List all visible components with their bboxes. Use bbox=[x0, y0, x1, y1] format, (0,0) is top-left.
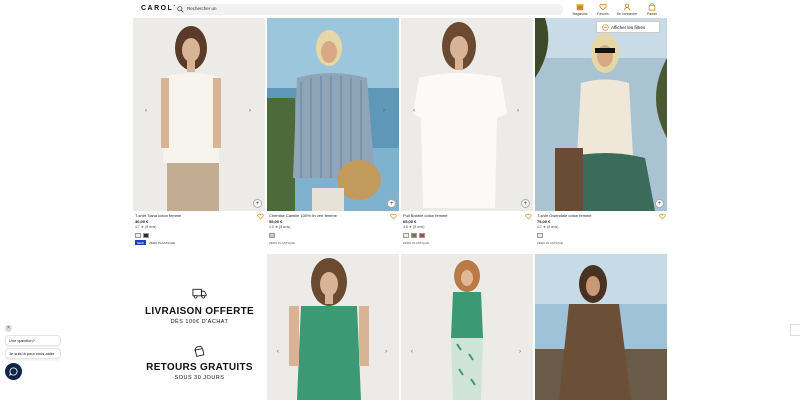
filter-icon bbox=[602, 24, 609, 31]
return-icon bbox=[194, 346, 205, 357]
nav-favorites[interactable]: Favoris bbox=[591, 3, 615, 16]
heart-icon[interactable] bbox=[257, 213, 264, 220]
nav-login-label: Se connecter bbox=[616, 12, 638, 16]
product-card[interactable]: ‹ › bbox=[401, 254, 533, 400]
product-badge: ZÉRO PLASTIQUE bbox=[403, 241, 430, 245]
prev-image-arrow[interactable]: ‹ bbox=[413, 108, 415, 114]
next-image-arrow[interactable]: › bbox=[249, 108, 251, 114]
product-price: 65,00 € bbox=[403, 219, 417, 224]
show-filters-label: Afficher les filtres bbox=[611, 25, 646, 30]
color-swatch[interactable] bbox=[411, 233, 417, 238]
product-name[interactable]: Chemise Camille 100% lin vert femme bbox=[269, 213, 337, 218]
product-badge: ZÉRO PLASTIQUE bbox=[149, 240, 176, 245]
bag-icon bbox=[648, 3, 656, 11]
show-filters-button[interactable]: Afficher les filtres bbox=[596, 21, 660, 33]
product-badge: ZÉRO PLASTIQUE bbox=[537, 241, 564, 245]
product-image[interactable] bbox=[133, 18, 265, 211]
nav-stores-label: Magasins bbox=[572, 12, 588, 16]
quick-add-button[interactable]: + bbox=[655, 199, 664, 208]
product-card[interactable] bbox=[535, 254, 667, 400]
chat-icon bbox=[9, 367, 18, 376]
search-placeholder: Rechercher un bbox=[187, 6, 217, 11]
product-card[interactable]: ‹ › + Chemise Camille 100% lin vert femm… bbox=[267, 18, 399, 253]
product-name[interactable]: T-shirt Tiana coton femme bbox=[135, 213, 181, 218]
color-swatch[interactable] bbox=[419, 233, 425, 238]
user-icon bbox=[623, 3, 631, 11]
store-icon bbox=[576, 4, 584, 11]
nav-cart[interactable]: Panier bbox=[640, 3, 664, 16]
quick-add-button[interactable]: + bbox=[387, 199, 396, 208]
product-name[interactable]: Pull Bobbie coton femme bbox=[403, 213, 447, 218]
next-image-arrow[interactable]: › bbox=[519, 349, 521, 355]
promo-subtitle: DÈS 100€ D'ACHAT bbox=[170, 319, 229, 325]
search-input[interactable]: Rechercher un bbox=[173, 4, 563, 15]
chat-launcher-button[interactable] bbox=[5, 363, 22, 380]
heart-icon[interactable] bbox=[525, 213, 532, 220]
heart-icon[interactable] bbox=[390, 213, 397, 220]
quick-add-button[interactable]: + bbox=[253, 199, 262, 208]
chat-question-bubble[interactable]: Une question? bbox=[5, 335, 61, 346]
color-swatch[interactable] bbox=[143, 233, 149, 238]
product-image[interactable] bbox=[535, 254, 667, 400]
truck-icon bbox=[192, 288, 207, 299]
next-image-arrow[interactable]: › bbox=[385, 349, 387, 355]
product-image[interactable] bbox=[535, 18, 667, 211]
product-rating: 4.8 ★ (8 avis) bbox=[403, 225, 425, 229]
new-badge: NEW bbox=[135, 240, 146, 245]
product-card[interactable]: ‹ › + T-shirt Tiana coton femme 30,00 € … bbox=[133, 18, 265, 253]
nav-favorites-label: Favoris bbox=[597, 12, 609, 16]
prev-image-arrow[interactable]: ‹ bbox=[411, 349, 413, 355]
product-rating: 4.6 ★ (8 avis) bbox=[269, 225, 291, 229]
product-image[interactable] bbox=[267, 18, 399, 211]
nav-stores[interactable]: Magasins bbox=[568, 3, 592, 16]
product-rating: 4.7 ★ (8 avis) bbox=[537, 225, 559, 229]
heart-icon bbox=[599, 3, 607, 11]
chat-helper-bubble[interactable]: Je suis là pour vous aider bbox=[5, 348, 61, 359]
color-swatch[interactable] bbox=[269, 233, 275, 238]
nav-cart-label: Panier bbox=[646, 12, 658, 16]
color-swatch[interactable] bbox=[135, 233, 141, 238]
product-image[interactable] bbox=[401, 18, 533, 211]
color-swatch[interactable] bbox=[537, 233, 543, 238]
side-feedback-tab[interactable] bbox=[790, 324, 800, 336]
product-badge: ZÉRO PLASTIQUE bbox=[269, 241, 296, 245]
color-swatch[interactable] bbox=[403, 233, 409, 238]
search-icon bbox=[177, 6, 184, 13]
product-card[interactable]: ‹ › + Pull Bobbie coton femme 65,00 € 4.… bbox=[401, 18, 533, 253]
product-price: 59,00 € bbox=[269, 219, 283, 224]
promo-subtitle: SOUS 30 JOURS bbox=[174, 375, 225, 381]
product-price: 75,00 € bbox=[537, 219, 551, 224]
product-price: 30,00 € bbox=[135, 219, 149, 224]
nav-login[interactable]: Se connecter bbox=[615, 3, 639, 16]
prev-image-arrow[interactable]: ‹ bbox=[145, 108, 147, 114]
prev-image-arrow[interactable]: ‹ bbox=[279, 108, 281, 114]
prev-image-arrow[interactable]: ‹ bbox=[277, 349, 279, 355]
product-image[interactable] bbox=[401, 254, 533, 400]
promo-title: LIVRAISON OFFERTE bbox=[145, 306, 254, 317]
promo-title: RETOURS GRATUITS bbox=[146, 362, 253, 373]
quick-add-button[interactable]: + bbox=[521, 199, 530, 208]
product-rating: 4.7 ★ (8 avis) bbox=[135, 225, 157, 229]
heart-icon[interactable] bbox=[659, 213, 666, 220]
chat-close-button[interactable]: × bbox=[5, 325, 12, 332]
product-card[interactable]: ‹ › bbox=[267, 254, 399, 400]
product-image[interactable] bbox=[267, 254, 399, 400]
site-header: CAROLL Rechercher un Magasins Favoris Se… bbox=[0, 0, 800, 18]
product-card[interactable]: + T-shirt Gwendale coton femme 75,00 € 4… bbox=[535, 18, 667, 253]
promo-block: LIVRAISON OFFERTE DÈS 100€ D'ACHAT RETOU… bbox=[133, 255, 266, 400]
product-name[interactable]: T-shirt Gwendale coton femme bbox=[537, 213, 591, 218]
next-image-arrow[interactable]: › bbox=[517, 108, 519, 114]
next-image-arrow[interactable]: › bbox=[383, 108, 385, 114]
